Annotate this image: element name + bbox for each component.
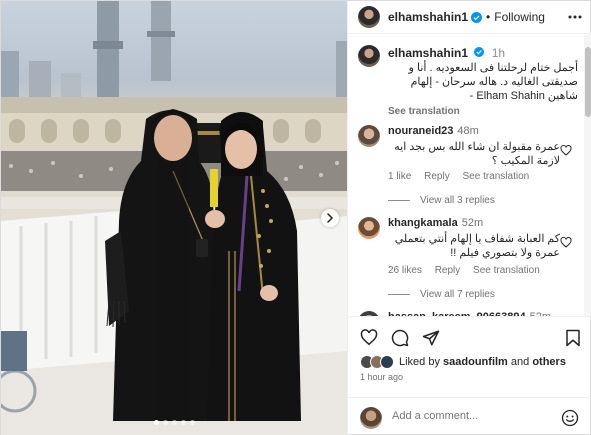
- comment-text: كم العبابة شفاف يا إلهام أنتي بتعملي عمر…: [394, 233, 560, 259]
- comments-scrollbar[interactable]: [584, 35, 591, 316]
- comment-text: عمرة مقبولة ان شاء الله بس بجد ايه لازمة…: [394, 141, 560, 167]
- more-icon[interactable]: [567, 9, 583, 28]
- avatar: [360, 407, 382, 429]
- avatar[interactable]: [358, 125, 380, 147]
- caption-username[interactable]: elhamshahin1: [388, 46, 468, 60]
- comments-list[interactable]: elhamshahin1 1h أجمل ختام لرحلتنا فى الس…: [348, 35, 584, 316]
- avatar[interactable]: [358, 45, 380, 67]
- add-comment-bar: [348, 397, 591, 435]
- view-replies-button[interactable]: View all 7 replies: [388, 289, 495, 300]
- reply-button[interactable]: Reply: [424, 171, 450, 182]
- view-replies-button[interactable]: View all 3 replies: [388, 195, 495, 206]
- heart-icon[interactable]: [360, 329, 378, 347]
- reply-button[interactable]: Reply: [435, 265, 461, 276]
- likes-user[interactable]: saadounfilm: [443, 356, 508, 368]
- replies-line: [388, 294, 410, 295]
- post-timestamp: 1 hour ago: [360, 372, 404, 382]
- comment-time: 48m: [457, 125, 479, 137]
- next-slide-button[interactable]: [321, 209, 339, 227]
- likes-prefix: Liked by: [399, 356, 440, 368]
- likes-and: and: [510, 356, 530, 368]
- action-icons: [360, 329, 440, 347]
- author-username[interactable]: elhamshahin1: [388, 10, 468, 24]
- caption-text: أجمل ختام لرحلتنا فى السعوديه . أنا و صد…: [408, 62, 578, 102]
- scrollbar-thumb[interactable]: [585, 47, 591, 117]
- post-dialog: elhamshahin1 • Following elhamshahin1 1h: [0, 0, 591, 435]
- comment-header: nouraneid23 48m: [388, 125, 479, 137]
- comment-icon[interactable]: [391, 329, 409, 347]
- view-replies-label: View all 7 replies: [420, 289, 495, 300]
- caption-time: 1h: [491, 46, 506, 60]
- following-button[interactable]: Following: [494, 10, 545, 24]
- verified-icon: [471, 11, 483, 23]
- see-translation-link[interactable]: See translation: [473, 265, 540, 276]
- emoji-icon[interactable]: [561, 409, 579, 427]
- carousel-dot: [162, 420, 168, 425]
- avatar[interactable]: [358, 217, 380, 239]
- heart-icon[interactable]: [560, 236, 572, 251]
- carousel-dot: [180, 420, 186, 425]
- carousel-dot: [189, 420, 195, 425]
- heart-icon[interactable]: [560, 144, 572, 159]
- comment-username[interactable]: khangkamala: [388, 217, 458, 229]
- comment-time: 52m: [461, 217, 484, 229]
- verified-icon: [474, 47, 485, 57]
- chevron-right-icon: [327, 213, 334, 223]
- post-photo[interactable]: [1, 1, 347, 435]
- save-icon[interactable]: [565, 329, 581, 347]
- avatar: [380, 355, 394, 369]
- see-translation-link[interactable]: See translation: [463, 171, 530, 182]
- caption-header: elhamshahin1 1h: [388, 46, 505, 60]
- view-replies-label: View all 3 replies: [420, 195, 495, 206]
- add-comment-input[interactable]: [392, 410, 542, 422]
- comment-likes[interactable]: 26 likes: [388, 265, 422, 276]
- carousel-dots: [1, 420, 347, 425]
- likes-others[interactable]: others: [532, 356, 566, 368]
- share-icon[interactable]: [422, 329, 440, 347]
- carousel-dot: [153, 420, 159, 425]
- comment-meta: 1 like Reply See translation: [388, 171, 539, 182]
- photo-scene: [1, 1, 347, 435]
- post-actions: Liked by saadounfilm and others 1 hour a…: [348, 316, 591, 435]
- see-translation-link[interactable]: See translation: [388, 106, 460, 117]
- comment-likes[interactable]: 1 like: [388, 171, 411, 182]
- post-side-panel: elhamshahin1 • Following elhamshahin1 1h: [347, 1, 591, 435]
- carousel-dot: [171, 420, 177, 425]
- comment-meta: 26 likes Reply See translation: [388, 265, 550, 276]
- separator-dot: •: [486, 10, 491, 24]
- liker-avatars: [360, 355, 394, 369]
- replies-line: [388, 200, 410, 201]
- likes-summary: Liked by saadounfilm and others: [360, 355, 566, 369]
- comment-username[interactable]: nouraneid23: [388, 125, 453, 137]
- post-header: elhamshahin1 • Following: [348, 1, 591, 34]
- avatar[interactable]: [358, 6, 380, 28]
- comment-header: khangkamala 52m: [388, 217, 483, 229]
